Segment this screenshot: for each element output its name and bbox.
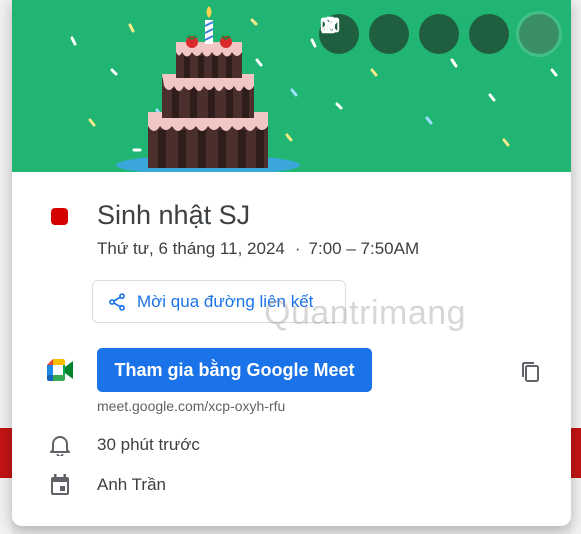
- email-guests-button[interactable]: [320, 14, 459, 54]
- close-icon: [323, 18, 337, 32]
- meet-link[interactable]: meet.google.com/xcp-oxyh-rfu: [97, 398, 285, 414]
- reminder-text: 30 phút trước: [97, 435, 200, 454]
- datetime-separator: ·: [294, 239, 301, 258]
- event-title: Sinh nhật SJ: [97, 200, 251, 230]
- calendar-event-strip-left: [0, 428, 12, 478]
- bell-icon: [50, 436, 70, 456]
- share-icon: [109, 292, 125, 311]
- event-time: 7:00 – 7:50AM: [308, 239, 420, 258]
- copy-icon[interactable]: [518, 360, 542, 384]
- event-action-bar: [319, 14, 559, 54]
- watermark: Quantrimang: [264, 294, 467, 332]
- calendar-event-strip-right: [571, 428, 581, 478]
- calendar-owner: Anh Trần: [97, 475, 166, 494]
- join-google-meet-button[interactable]: Tham gia bằng Google Meet: [97, 348, 372, 392]
- calendar-icon: [51, 474, 69, 495]
- google-meet-icon: [47, 359, 73, 381]
- delete-button[interactable]: [323, 14, 409, 54]
- event-date: Thứ tư, 6 tháng 11, 2024: [97, 239, 285, 258]
- more-options-button[interactable]: [328, 14, 509, 54]
- event-details-popup: Sinh nhật SJ Thứ tư, 6 tháng 11, 2024 · 7:…: [12, 0, 571, 526]
- birthday-banner: [12, 0, 571, 172]
- event-color-indicator: [51, 208, 68, 225]
- event-datetime: Thứ tư, 6 tháng 11, 2024 · 7:00 – 7:50AM: [97, 239, 419, 259]
- close-button[interactable]: [323, 14, 559, 54]
